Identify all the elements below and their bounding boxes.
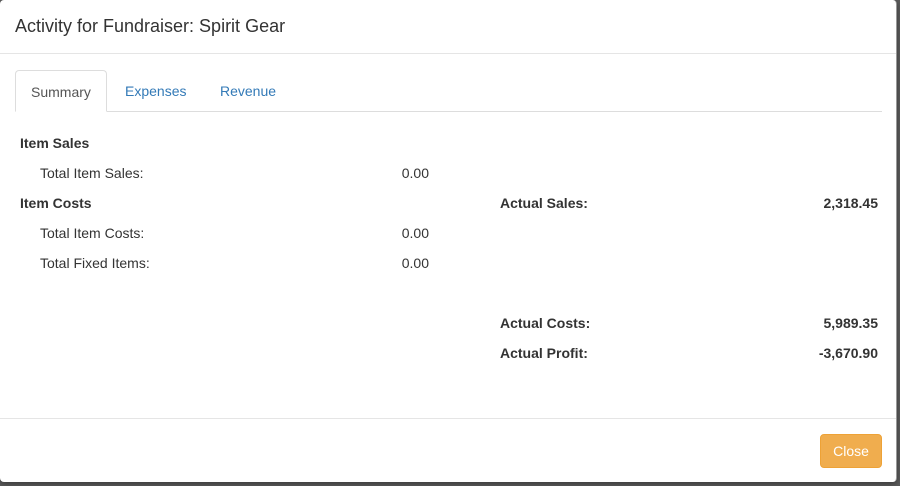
total-item-costs-label: Total Item Costs: xyxy=(40,225,145,241)
actual-costs-value: 5,989.35 xyxy=(823,315,879,331)
item-costs-heading: Item Costs xyxy=(20,195,92,211)
total-item-sales-value: 0.00 xyxy=(401,165,429,181)
item-sales-heading: Item Sales xyxy=(20,135,90,151)
modal-header: Activity for Fundraiser: Spirit Gear xyxy=(0,0,896,54)
activity-modal: Activity for Fundraiser: Spirit Gear Sum… xyxy=(0,0,897,482)
total-fixed-items-label: Total Fixed Items: xyxy=(40,255,150,271)
tab-revenue[interactable]: Revenue xyxy=(205,70,291,112)
tab-expenses[interactable]: Expenses xyxy=(110,70,201,112)
modal-footer: Close xyxy=(0,418,896,482)
close-button[interactable]: Close xyxy=(820,434,882,468)
modal-title: Activity for Fundraiser: Spirit Gear xyxy=(15,16,286,36)
total-fixed-items-value: 0.00 xyxy=(401,255,429,271)
actual-costs-label: Actual Costs: xyxy=(500,315,591,331)
actual-profit-value: -3,670.90 xyxy=(818,345,878,361)
total-item-sales-label: Total Item Sales: xyxy=(40,165,144,181)
total-item-costs-value: 0.00 xyxy=(401,225,429,241)
tab-summary[interactable]: Summary xyxy=(15,70,107,112)
actual-sales-label: Actual Sales: xyxy=(500,195,588,211)
tab-bar: Summary Expenses Revenue xyxy=(15,70,882,112)
actual-profit-label: Actual Profit: xyxy=(500,345,588,361)
actual-sales-value: 2,318.45 xyxy=(823,195,879,211)
